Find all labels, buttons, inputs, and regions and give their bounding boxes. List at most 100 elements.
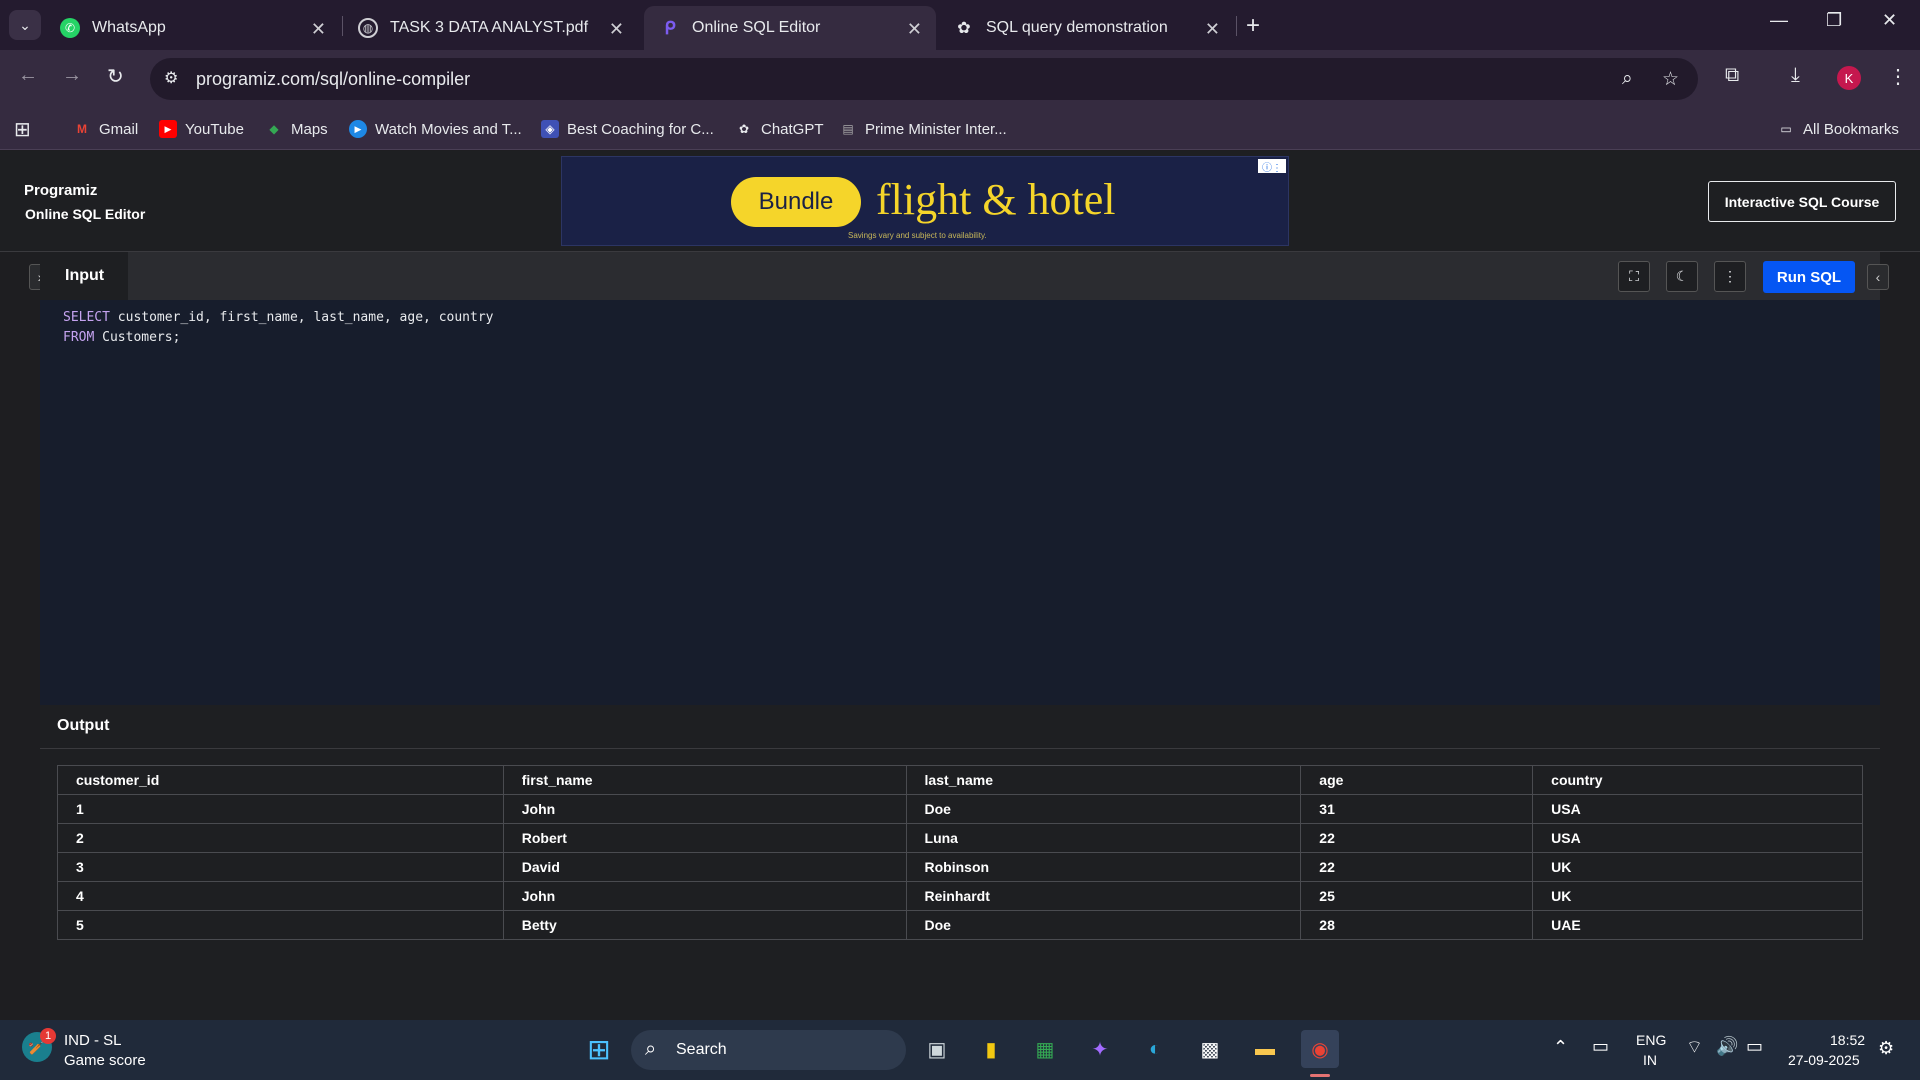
table-cell: John [502,794,907,824]
all-bookmarks[interactable]: ▭ All Bookmarks [1777,120,1899,138]
theme-toggle-button[interactable]: ☾ [1666,261,1698,292]
back-icon[interactable]: ← [18,64,38,87]
tab-whatsapp[interactable]: ✆ WhatsApp ✕ [44,6,340,50]
page-title: Online SQL Editor [25,206,146,222]
notifications-icon[interactable]: ⚙ [1878,1038,1894,1059]
programiz-icon: ᑭ [664,17,676,38]
bookmark-label: Prime Minister Inter... [865,120,1007,138]
bookmark-label: ChatGPT [761,120,824,138]
table-cell: USA [1532,823,1863,853]
copilot-icon[interactable]: ✦ [1081,1030,1119,1068]
task-view-icon[interactable]: ▣ [918,1030,956,1068]
avatar[interactable]: K [1837,66,1861,90]
close-icon[interactable]: ✕ [609,19,624,40]
table-cell: 28 [1300,910,1534,940]
chevron-up-icon[interactable]: ⌃ [1553,1037,1568,1058]
bookmark-star-icon[interactable]: ☆ [1662,68,1679,91]
address-bar[interactable]: ⚙ programiz.com/sql/online-compiler ⌕ ☆ [150,58,1698,100]
close-icon[interactable]: ✕ [311,19,326,40]
table-cell: John [502,881,907,911]
fullscreen-icon: ⛶ [1629,268,1639,284]
table-cell: 3 [57,852,504,882]
tab-online-sql-editor[interactable]: ᑭ Online SQL Editor ✕ [644,6,936,50]
sql-code-editor[interactable]: SELECT customer_id, first_name, last_nam… [40,300,1880,705]
bookmark-label: YouTube [185,120,244,138]
volume-icon[interactable]: 🔊 [1716,1036,1738,1057]
windows-start-icon[interactable]: ⊞ [580,1030,618,1068]
table-cell: Doe [905,910,1302,940]
extensions-icon[interactable]: ⧉ [1725,64,1739,87]
battery-icon[interactable]: ▭ [1746,1036,1763,1057]
input-tab[interactable]: Input [40,252,128,300]
language-code[interactable]: ENG [1636,1032,1666,1048]
url-text[interactable]: programiz.com/sql/online-compiler [196,69,470,90]
table-cell: UK [1532,881,1863,911]
output-table: customer_id first_name last_name age cou… [57,765,1863,940]
download-icon[interactable]: ⤓ [1791,64,1800,87]
column-header: country [1532,765,1863,795]
chrome-icon[interactable]: ◉ [1301,1030,1339,1068]
close-icon[interactable]: ✕ [1205,19,1220,40]
zoom-icon[interactable]: ⌕ [1622,68,1633,90]
close-window-button[interactable]: ✕ [1882,10,1897,31]
ad-info-icon[interactable]: ⓘ⋮ [1258,159,1286,174]
table-cell: 5 [57,910,504,940]
tab-search-menu-button[interactable]: ⌄ [9,10,41,40]
openai-icon: ✿ [738,122,750,136]
whatsapp-icon: ✆ [60,18,80,38]
fullscreen-button[interactable]: ⛶ [1618,261,1650,292]
minimize-button[interactable]: — [1770,10,1788,31]
taskbar-search-box[interactable]: ⌕ Search [631,1030,906,1070]
menu-icon[interactable]: ⋮ [1888,64,1908,89]
edge-icon[interactable]: ◐ [1136,1030,1174,1068]
file-explorer-icon[interactable]: ▬ [1246,1030,1284,1068]
microsoft-store-icon[interactable]: ▩ [1191,1030,1229,1068]
column-header: first_name [502,765,907,795]
site-info-icon[interactable]: ⚙ [164,68,178,88]
table-cell: Robert [502,823,907,853]
expand-right-panel-button[interactable]: ‹ [1867,264,1889,290]
display-icon[interactable]: ▭ [1592,1036,1609,1057]
table-header-row: customer_id first_name last_name age cou… [57,765,1863,795]
close-icon[interactable]: ✕ [907,19,922,40]
active-app-indicator [1310,1074,1330,1077]
search-icon: ⌕ [645,1038,657,1060]
bookmark-chatgpt[interactable]: ✿ ChatGPT [735,120,824,138]
tab-label: Online SQL Editor [692,19,821,36]
widget-title[interactable]: IND - SL [64,1032,122,1049]
advertisement-banner[interactable]: Bundle flight & hotel Savings vary and s… [561,156,1289,246]
table-row: 3 David Robinson 22 UK [57,852,1863,882]
column-header: customer_id [57,765,504,795]
clock-time[interactable]: 18:52 [1830,1032,1865,1048]
forward-icon[interactable]: → [62,64,82,87]
windows-taskbar: 🏏 1 IND - SL Game score ⊞ ⌕ Search ▣ ▮ ▦… [0,1020,1920,1080]
run-sql-button[interactable]: Run SQL [1763,261,1855,293]
output-heading: Output [40,705,1880,749]
bookmark-prime-minister[interactable]: ▤ Prime Minister Inter... [839,120,1007,138]
bookmark-best-coaching[interactable]: ◈ Best Coaching for C... [541,120,714,138]
bookmark-label: All Bookmarks [1803,120,1899,138]
power-bi-icon[interactable]: ▮ [972,1030,1010,1068]
wifi-icon[interactable]: ⌔ [1686,1036,1703,1059]
restore-button[interactable]: ❐ [1826,10,1842,31]
interactive-sql-course-button[interactable]: Interactive SQL Course [1708,181,1896,222]
google-sheets-icon[interactable]: ▦ [1026,1030,1064,1068]
more-vertical-icon: ⋮ [1723,268,1737,284]
chevron-down-icon: ⌄ [19,16,31,33]
new-tab-button[interactable]: + [1246,12,1260,40]
search-label: Search [676,1041,727,1058]
tab-task3-pdf[interactable]: ◍ TASK 3 DATA ANALYST.pdf ✕ [342,6,638,50]
region-code: IN [1643,1052,1657,1068]
bookmark-youtube[interactable]: ▶ YouTube [159,120,244,138]
tab-sql-query-demonstration[interactable]: ✿ SQL query demonstration ✕ [938,6,1234,50]
play-icon: ▶ [349,120,367,138]
bookmark-gmail[interactable]: M Gmail [73,120,138,138]
reload-icon[interactable]: ↻ [107,64,124,89]
more-options-button[interactable]: ⋮ [1714,261,1746,292]
table-cell: 22 [1300,852,1534,882]
bookmark-maps[interactable]: ◆ Maps [265,120,327,138]
apps-grid-icon[interactable]: ⊞ [14,117,31,142]
table-cell: David [502,852,907,882]
bookmark-watch-movies[interactable]: ▶ Watch Movies and T... [349,120,522,138]
programiz-logo[interactable]: Programiz [24,182,97,199]
